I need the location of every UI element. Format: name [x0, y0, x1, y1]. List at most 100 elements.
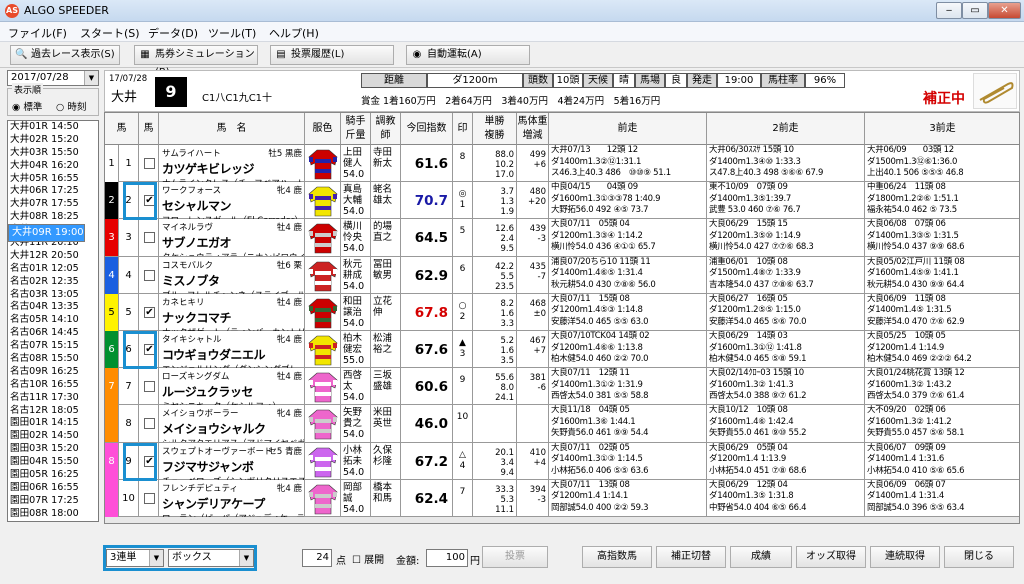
past-race-1[interactable]: 大良07/11 13頭 08 ダ1200m1.4 1:14.1 岡部誠54.0 40… — [549, 479, 707, 517]
past-race-2[interactable]: 大良06/29 14頭 03 ダ1600m1.3①⑫ 1:41.8 柏木健54.0 … — [707, 331, 865, 368]
past-race-2[interactable]: 大良06/29 05頭 04 ダ1200m1.4 1:13.9 小林拓54.0 45… — [707, 442, 865, 480]
race-list-item[interactable]: 名古05R 14:10 — [8, 314, 98, 327]
race-list-item[interactable]: 園田03R 15:20 — [8, 443, 98, 456]
close-button[interactable]: ✕ — [988, 2, 1021, 19]
race-list-item[interactable]: 園田07R 17:25 — [8, 495, 98, 508]
past-race-3[interactable]: 大良05/25 10頭 05 ダ1200m1.4 1:14.9 柏木健54.0 46… — [865, 331, 1019, 368]
past-race-3[interactable]: 大不09/20 02頭 06 ダ1600m1.3② 1:41.2 矢野貴55.0 4… — [865, 405, 1019, 442]
horse-name-cell[interactable]: ワークフォース牝4 鹿セシャルマンフローレンスガール（El Corredor） — [159, 182, 305, 220]
past-race-2[interactable]: 東不10/09 07頭 09 ダ1400m1.3⑤1:39.7 武豊 53.0 46… — [707, 182, 865, 220]
mark-cell[interactable]: ○ 2 — [453, 293, 473, 331]
race-list-item[interactable]: 名古10R 16:55 — [8, 379, 98, 392]
past-race-3[interactable]: 大良01/24桃花賞 13頭 12 ダ1600m1.3② 1:43.2 西啓太54.… — [865, 368, 1019, 405]
past-race-1[interactable]: 大良07/11 12頭 11 ダ1400m1.3①② 1:31.9 西啓太54.0 … — [549, 368, 707, 406]
race-list-item[interactable]: 名古11R 17:30 — [8, 392, 98, 405]
horse-name-cell[interactable]: カネヒキリ牡4 鹿ナックコマチナックザゲート（ティンバーカントリー） — [159, 293, 305, 331]
past-race-2[interactable]: 大良10/12 10頭 08 ダ1600m1.4⑥ 1:42.4 矢野貴55.0 4… — [707, 405, 865, 443]
horse-name-cell[interactable]: タイキシャトル牝4 鹿コウギョウダニエルエンジェルリング（ダンシングブレーヴ） — [159, 331, 305, 368]
past-race-2[interactable]: 大良06/29 15頭 15 ダ1200m1.3⑤⑩ 1:14.9 横川怜54.0 … — [707, 219, 865, 257]
race-list-item[interactable]: 大井12R 20:50 — [8, 250, 98, 263]
race-list[interactable]: 大井01R 14:50 大井02R 15:20 大井03R 15:50 大井04R 1… — [7, 120, 99, 522]
maximize-button[interactable]: ▭ — [962, 2, 988, 19]
race-list-item[interactable]: 大井01R 14:50 — [8, 121, 98, 134]
horse-name-cell[interactable]: メイショウボーラー牝4 鹿メイショウシャルクシルクアクエリアス（アドマイヤベガ） — [159, 405, 305, 443]
select-checkbox[interactable] — [144, 492, 155, 504]
get-odds-button[interactable]: オッズ取得 — [796, 546, 866, 568]
vote-button[interactable]: 投票 — [482, 546, 548, 568]
chevron-down-icon[interactable]: ▼ — [84, 71, 98, 85]
race-list-item[interactable]: 名古09R 16:25 — [8, 366, 98, 379]
past-race-2[interactable]: 大良06/29 12頭 04 ダ1400m1.3⑤ 1:31.8 中野省54.0 4… — [707, 479, 865, 517]
mark-cell[interactable]: △ 4 — [453, 442, 473, 480]
past-race-1[interactable]: 大井07/13 12頭 12 ダ1400m1.3②⑫1:31.1 ス46.3上40.… — [549, 145, 707, 182]
select-checkbox[interactable] — [144, 232, 155, 244]
race-list-item[interactable]: 大井07R 17:55 — [8, 198, 98, 211]
menu-data[interactable]: データ(D) — [148, 25, 198, 41]
race-list-item[interactable]: 大井03R 15:50 — [8, 147, 98, 160]
past-race-1[interactable]: 大良07/11 15頭 08 ダ1200m1.4⑤③ 1:14.8 安藤洋54.0 … — [549, 293, 707, 331]
race-list-item[interactable]: 名古02R 12:35 — [8, 276, 98, 289]
close-window-button[interactable]: 閉じる — [944, 546, 1014, 568]
menu-help[interactable]: ヘルプ(H) — [269, 25, 319, 41]
results-button[interactable]: 成績 — [730, 546, 792, 568]
race-list-item[interactable]: 園田09R 18:35 — [8, 521, 98, 522]
correction-toggle-button[interactable]: 補正切替 — [656, 546, 726, 568]
continuous-get-button[interactable]: 連続取得 — [870, 546, 940, 568]
horizontal-scrollbar[interactable] — [105, 517, 1019, 523]
race-list-item[interactable]: 大井05R 16:55 — [8, 173, 98, 186]
past-race-1[interactable]: 浦良07/20ちら10 11頭 11 ダ1400m1.4⑥⑤ 1:31.4 秋元耕5… — [549, 256, 707, 294]
past-race-2[interactable]: 大良06/27 16頭 05 ダ1200m1.2⑤⑤ 1:15.0 安藤洋54.0 … — [707, 293, 865, 331]
auto-run-button[interactable]: ◉ 自動運転(A) — [406, 45, 530, 65]
past-race-3[interactable]: 大良06/09 06頭 07 ダ1400m1.4 1:31.4 岡部誠54.0 39… — [865, 480, 1019, 517]
amount-input[interactable]: 100 — [426, 549, 468, 567]
horse-name-cell[interactable]: フレンチデピュティ牝4 鹿シャンデリアケープローラン（ピーパ（アジュディケーティ… — [159, 479, 305, 517]
race-list-item[interactable]: 園田05R 16:25 — [8, 469, 98, 482]
race-list-item[interactable]: 園田08R 18:00 — [8, 508, 98, 521]
high-index-button[interactable]: 高指数馬 — [582, 546, 652, 568]
race-list-item[interactable]: 園田02R 14:50 — [8, 430, 98, 443]
menu-start[interactable]: スタート(S) — [80, 25, 140, 41]
select-checkbox[interactable]: ✔ — [144, 306, 155, 318]
mark-cell[interactable]: 6 — [453, 256, 473, 294]
race-list-item[interactable]: 名古07R 15:15 — [8, 340, 98, 353]
past-race-3[interactable]: 大良06/08 07頭 06 ダ1400m1.3③⑤ 1:31.5 横川怜54.0 … — [865, 219, 1019, 256]
minimize-button[interactable]: ‒ — [936, 2, 962, 19]
past-race-3[interactable]: 中重06/24 11頭 08 ダ1800m1.2②⑥ 1:51.1 福永祐54.0 … — [865, 182, 1019, 219]
mark-cell[interactable]: 5 — [453, 219, 473, 257]
race-list-item[interactable]: 名古04R 13:35 — [8, 301, 98, 314]
horse-name-cell[interactable]: ローズキングダム牡4 鹿ルージュクラッセミヤシニキータ（ケシルフィ） — [159, 368, 305, 406]
race-list-item[interactable]: 園田06R 16:55 — [8, 482, 98, 495]
order-standard-radio[interactable]: ◉ 標準 — [12, 99, 42, 113]
ticket-sim-button[interactable]: ▦馬券シミュレーション(B) — [134, 45, 258, 78]
menu-file[interactable]: ファイル(F) — [8, 25, 67, 41]
past-race-2[interactable]: 浦重06/01 10頭 08 ダ1500m1.4⑧⑦ 1:33.9 吉本隆54.0 … — [707, 256, 865, 294]
past-race-3[interactable]: 大良06/07 09頭 09 ダ1400m1.4 1:31.6 小林拓54.0 41… — [865, 443, 1019, 480]
horse-name-cell[interactable]: サムライハート牡5 黒鹿カツゲキビレッジナムラインクレス（チーフベアハート） — [159, 145, 305, 182]
past-race-3[interactable]: 大良06/09 11頭 08 ダ1400m1.4⑤ 1:31.5 安藤洋54.0 4… — [865, 294, 1019, 331]
race-list-item[interactable]: 名古12R 18:05 — [8, 405, 98, 418]
past-race-2[interactable]: 大良02/14ｸﾛｰ03 15頭 10 ダ1600m1.3② 1:41.3 西啓太5… — [707, 368, 865, 406]
race-list-item[interactable]: 名古06R 14:45 — [8, 327, 98, 340]
past-race-1[interactable]: 大良07/11 05頭 04 ダ1200m1.3③④ 1:14.2 横川怜54.0 … — [549, 219, 707, 257]
past-race-2[interactable]: 大井06/30ｽｽｻ 15頭 10 ダ1400m1.3④⑩ 1:33.3 ス47.8… — [707, 145, 865, 182]
race-list-item[interactable]: 園田01R 14:15 — [8, 417, 98, 430]
race-list-item[interactable]: 大井06R 17:25 — [8, 185, 98, 198]
horse-name-cell[interactable]: コスモバルク牡6 栗ミスノブタブルーフレルチャンネ（ステイゴールド） — [159, 256, 305, 294]
expand-checkbox[interactable]: ☐ 展開 — [352, 551, 384, 566]
past-race-3[interactable]: 大井06/09 03頭 12 ダ1500m1.3⑫⑥1:36.0 上出40.1 50… — [865, 145, 1019, 182]
horse-name-cell[interactable]: スウェプトオーヴァーボードセ5 青鹿フジマサジャンボチューベローズ（シンボリクリ… — [159, 442, 305, 480]
race-list-item[interactable]: 大井02R 15:20 — [8, 134, 98, 147]
mark-cell[interactable]: ◎ 1 — [453, 182, 473, 220]
vote-history-button[interactable]: ▤ 投票履歴(L) — [270, 45, 394, 65]
horse-name-cell[interactable]: マイネルラヴ牡4 鹿サブノエガオタケショウティアラ（ニホンピロウイナー） — [159, 219, 305, 257]
mark-cell[interactable]: 7 — [453, 479, 473, 517]
past-race-button[interactable]: 🔍 過去レース表示(S) — [10, 45, 120, 65]
race-list-item[interactable]: 大井04R 16:20 — [8, 160, 98, 173]
select-checkbox[interactable] — [144, 158, 155, 169]
race-list-item[interactable]: 園田04R 15:50 — [8, 456, 98, 469]
mark-cell[interactable]: 8 — [453, 145, 473, 182]
past-race-1[interactable]: 中良04/15 04頭 09 ダ1600m1.3①③③78 1:40.9 大野拓56… — [549, 182, 707, 220]
mark-cell[interactable]: 10 — [453, 405, 473, 443]
mark-cell[interactable]: 9 — [453, 368, 473, 406]
order-time-radio[interactable]: ○ 時刻 — [56, 99, 86, 113]
